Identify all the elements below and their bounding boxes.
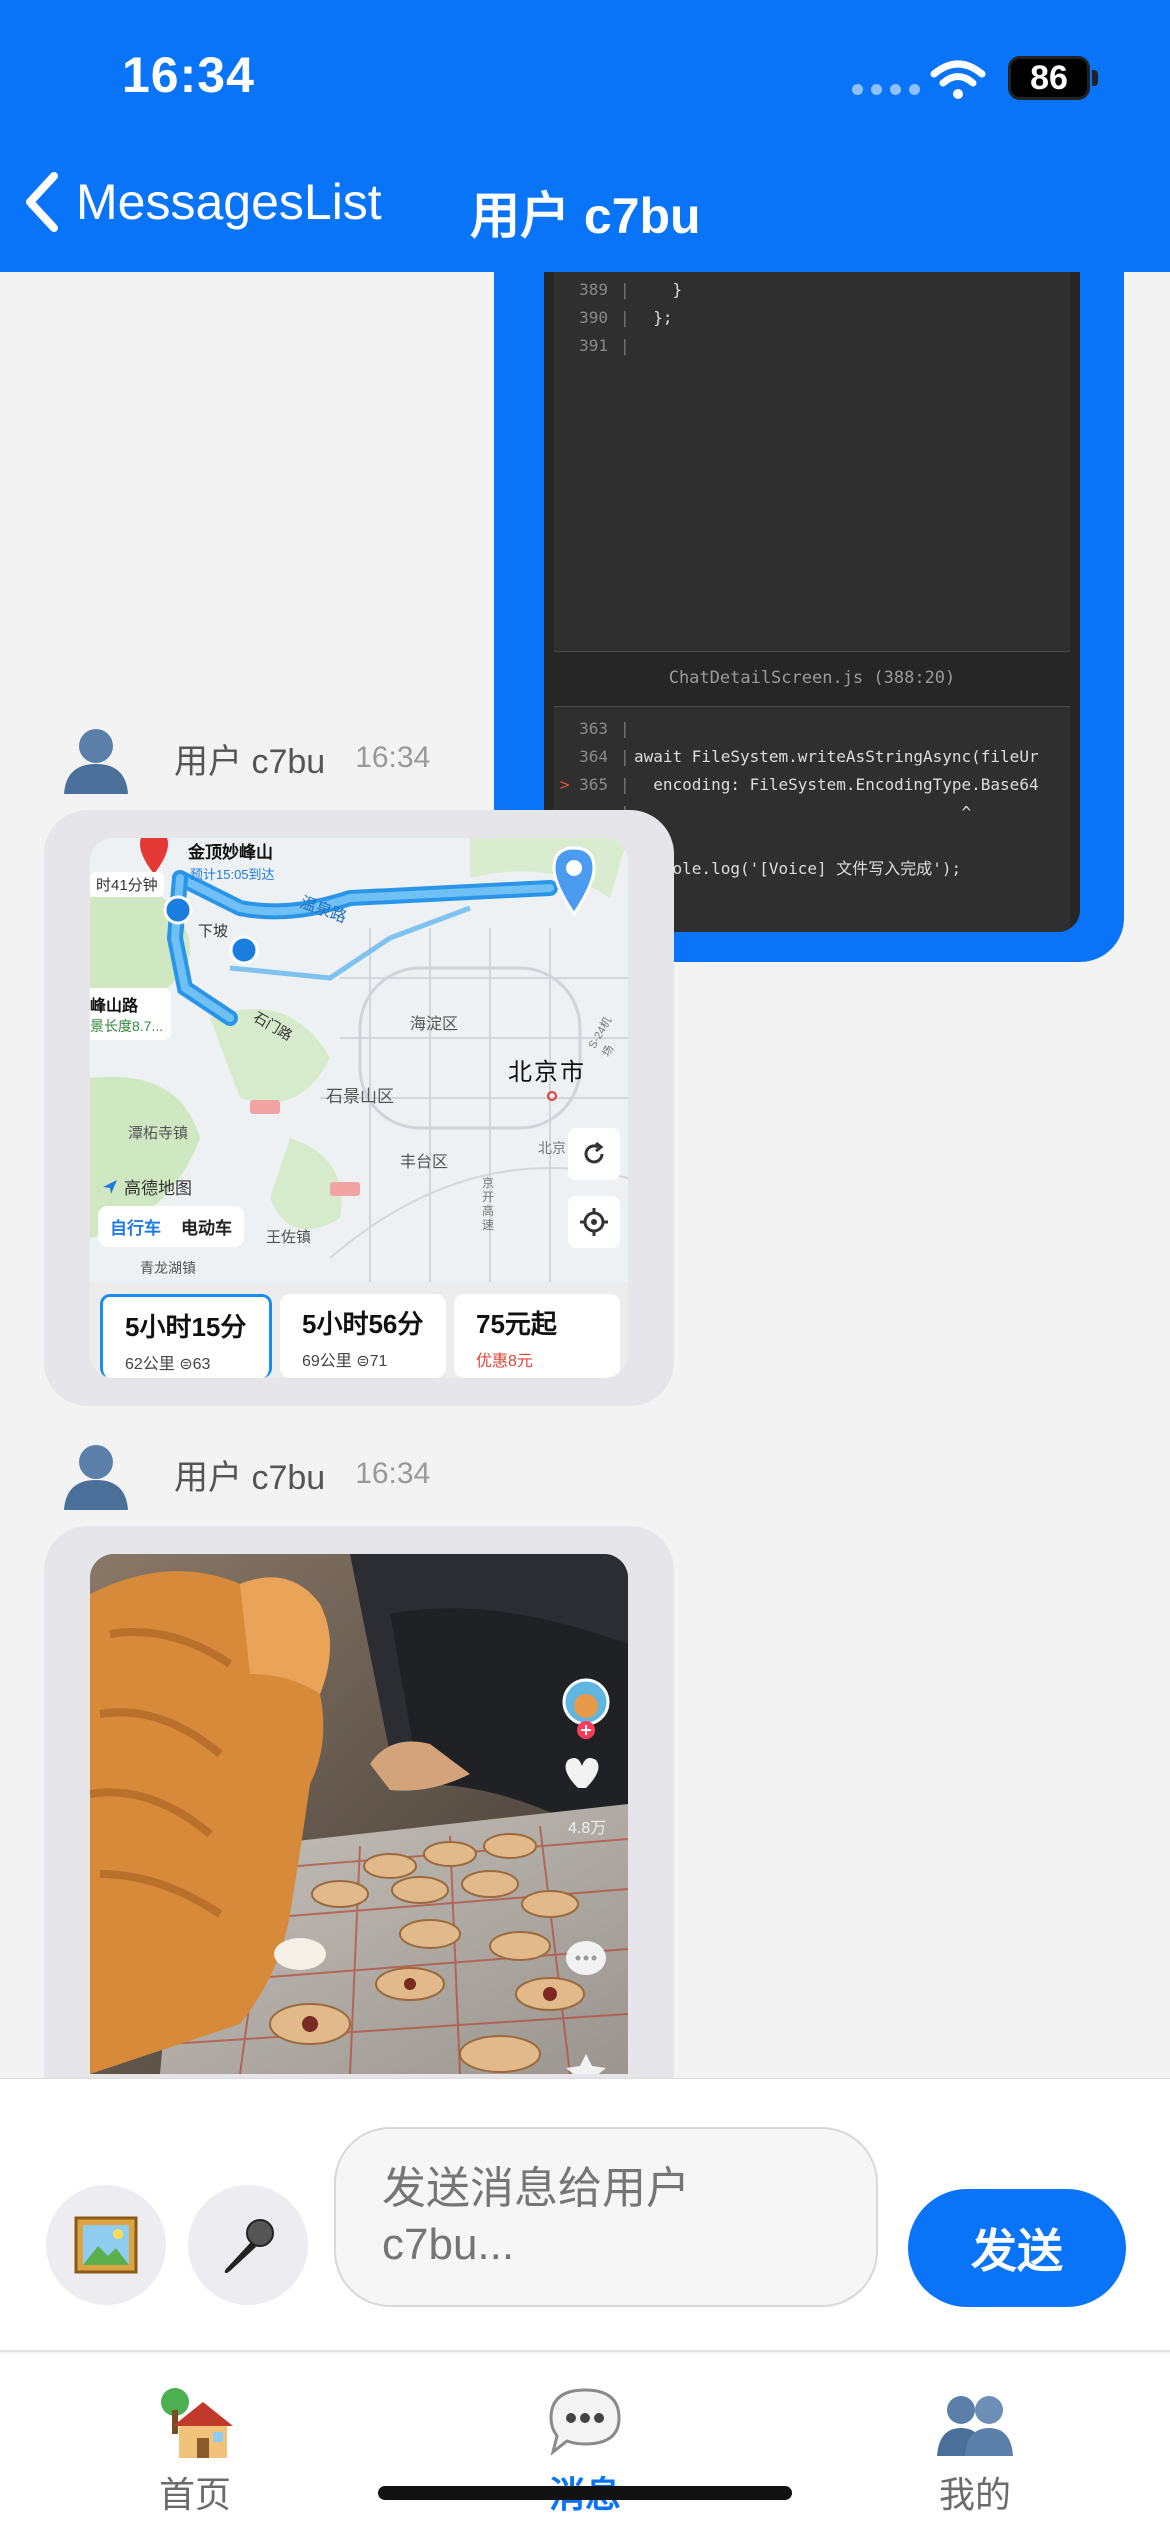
code-line: 390 | }; <box>579 308 673 327</box>
tab-home-label: 首页 <box>158 2474 231 2515</box>
message-time: 16:34 <box>355 1457 431 1490</box>
back-label: MessagesList <box>76 174 382 230</box>
code-line: 389 | } <box>579 280 683 299</box>
battery-tip <box>1092 70 1098 86</box>
map-label: 北京市 <box>508 1059 586 1086</box>
map-label: 下坡 <box>198 923 229 940</box>
route-option[interactable]: 5小时56分 69公里 ⊜71 <box>280 1294 446 1378</box>
picture-icon <box>74 2216 138 2274</box>
tab-bar: 首页 消息 我的 <box>0 2354 1170 2532</box>
route-options: 5小时15分 62公里 ⊜63 5小时56分 69公里 ⊜71 75元起 优惠8… <box>90 1282 628 1378</box>
header: 16:34 86 MessagesList 用户 c7bu <box>0 0 1170 272</box>
map-mode-selector: 自行车 电动车 <box>98 1206 244 1247</box>
tab-profile-label: 我的 <box>938 2474 1011 2515</box>
message-composer: 发送 <box>0 2078 1170 2352</box>
map-label: 王佐镇 <box>266 1229 312 1246</box>
route-time: 5小时15分 <box>125 1312 247 1342</box>
map-label: 北京 <box>538 1140 566 1156</box>
map-screenshot[interactable]: 金顶妙峰山 预计15:05到达 时41分钟 下坡 温泉路 石门路 峰山路 景长度… <box>90 838 628 1378</box>
locate-icon <box>580 1208 608 1236</box>
sender-name: 用户 c7bu <box>174 742 326 781</box>
avatar[interactable] <box>60 722 132 794</box>
battery-level: 86 <box>1030 58 1068 97</box>
image-like-count: 4.8万 <box>568 1820 607 1837</box>
map-label: 石景山区 <box>326 1087 394 1106</box>
chevron-left-icon <box>26 172 58 232</box>
route-time: 5小时56分 <box>302 1309 424 1339</box>
tab-profile[interactable]: 我的 <box>780 2354 1170 2532</box>
map-label: 京开高速 <box>482 1176 495 1232</box>
refresh-icon <box>584 1141 604 1164</box>
status-time: 16:34 <box>122 47 255 103</box>
map-road-info: 峰山路 景长度8.7... <box>90 988 172 1040</box>
battery-indicator: 86 <box>1008 56 1090 100</box>
image-message-bubble[interactable]: 4.8万 <box>44 1526 674 2078</box>
map-road-info-title: 峰山路 <box>90 998 139 1015</box>
code-caption: ChatDetailScreen.js (388:20) <box>668 668 956 688</box>
image-picker-button[interactable] <box>46 2185 166 2305</box>
map-locate-button[interactable] <box>568 1196 620 1248</box>
avatar[interactable] <box>60 1438 132 1510</box>
map-duration-tag: 时41分钟 <box>90 872 164 897</box>
voice-record-button[interactable] <box>188 2185 308 2305</box>
microphone-icon <box>224 2219 274 2273</box>
mode-ebike[interactable]: 电动车 <box>181 1214 232 1239</box>
route-detail: 62公里 ⊜63 <box>125 1356 211 1373</box>
page-title: 用户 c7bu <box>470 188 701 244</box>
code-line: > 365 | encoding: FileSystem.EncodingType… <box>559 775 1039 794</box>
map-refresh-button[interactable] <box>568 1128 620 1180</box>
route-option[interactable]: 75元起 优惠8元 <box>454 1294 620 1378</box>
map-destination: 金顶妙峰山 <box>188 843 273 862</box>
shared-image[interactable]: 4.8万 <box>90 1554 628 2074</box>
wifi-icon <box>930 60 986 99</box>
message-header: 用户 c7bu 16:34 <box>60 1438 430 1510</box>
map-brand-label: 高德地图 <box>124 1179 192 1198</box>
map-road-info-sub: 景长度8.7... <box>90 1018 164 1034</box>
mode-bicycle[interactable]: 自行车 <box>110 1214 161 1239</box>
map-brand: 高德地图 <box>102 1174 192 1199</box>
map-eta: 预计15:05到达 <box>190 867 275 882</box>
route-time: 75元起 <box>476 1309 557 1339</box>
map-view: 金顶妙峰山 预计15:05到达 时41分钟 下坡 温泉路 石门路 峰山路 景长度… <box>90 838 628 1282</box>
back-button[interactable]: MessagesList <box>22 170 382 234</box>
message-input[interactable] <box>334 2127 878 2307</box>
cat-chess-photo <box>90 1554 628 2074</box>
chat-area[interactable]: 389 | } 390 | }; 391 | ChatDetailScreen.js … <box>0 272 1170 2078</box>
cellular-signal-icon <box>852 84 920 95</box>
tab-messages[interactable]: 消息 <box>390 2354 780 2532</box>
message-header: 用户 c7bu 16:34 <box>60 722 430 794</box>
map-message-bubble[interactable]: 金顶妙峰山 预计15:05到达 时41分钟 下坡 温泉路 石门路 峰山路 景长度… <box>44 810 674 1406</box>
map-label: 潭柘寺镇 <box>128 1125 189 1142</box>
users-icon <box>937 2396 1013 2456</box>
amap-logo-icon <box>103 1179 117 1194</box>
speech-bubble-icon <box>549 2388 621 2456</box>
map-label: 海淀区 <box>410 1016 459 1033</box>
home-indicator <box>378 2486 792 2500</box>
home-icon <box>161 2388 233 2458</box>
route-detail: 69公里 ⊜71 <box>302 1353 388 1370</box>
message-time: 16:34 <box>355 741 431 774</box>
code-line: 363 | <box>579 719 630 738</box>
route-detail: 优惠8元 <box>476 1353 533 1370</box>
code-block-top: 389 | } 390 | }; 391 | <box>554 272 1070 652</box>
sender-name: 用户 c7bu <box>174 1458 326 1497</box>
route-option[interactable]: 5小时15分 62公里 ⊜63 <box>100 1294 272 1378</box>
send-button[interactable]: 发送 <box>908 2189 1126 2307</box>
map-label: 丰台区 <box>400 1154 449 1171</box>
code-line: 364 | await FileSystem.writeAsStringAsync(… <box>579 747 1039 766</box>
tab-home[interactable]: 首页 <box>0 2354 390 2532</box>
code-line: 391 | <box>579 336 630 355</box>
map-label: 青龙湖镇 <box>140 1260 196 1276</box>
